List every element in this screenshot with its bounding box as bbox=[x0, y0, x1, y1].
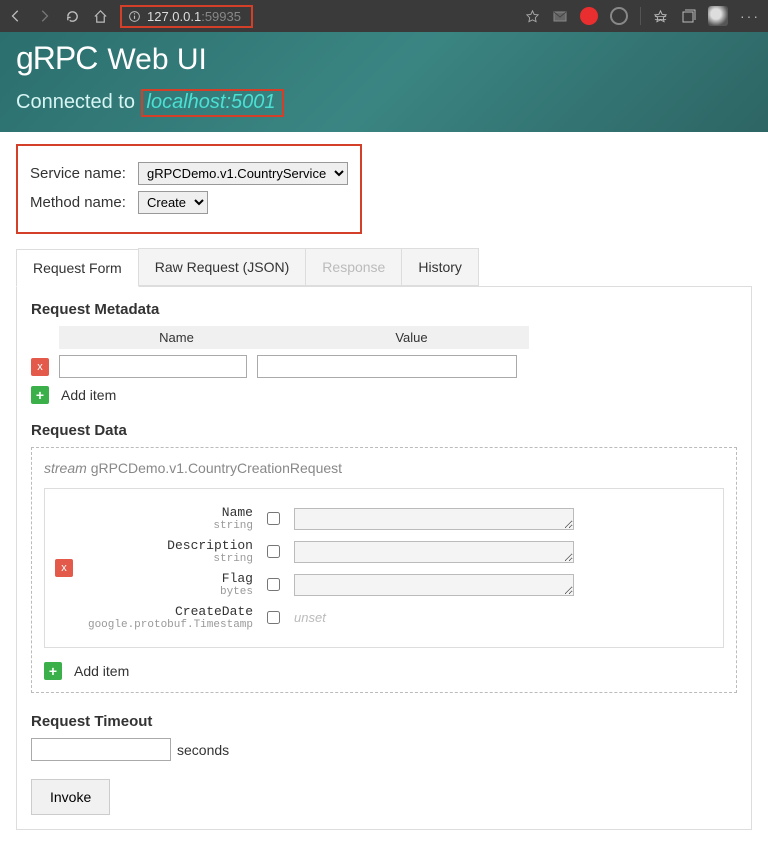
stream-add-button[interactable]: + bbox=[44, 662, 62, 680]
address-bar[interactable]: 127.0.0.1:59935 bbox=[120, 5, 253, 28]
method-name-label: Method name: bbox=[30, 194, 138, 211]
timeout-unit: seconds bbox=[177, 742, 229, 758]
collections-icon[interactable] bbox=[680, 8, 696, 24]
request-data-title: Request Data bbox=[31, 422, 737, 439]
service-name-label: Service name: bbox=[30, 165, 138, 182]
mail-icon[interactable] bbox=[552, 8, 568, 24]
more-icon[interactable]: ··· bbox=[740, 8, 760, 24]
field-flag-checkbox[interactable] bbox=[267, 578, 280, 591]
grpc-logo: gRPC bbox=[16, 40, 97, 77]
stream-item-delete-button[interactable]: x bbox=[55, 559, 73, 577]
timeout-input[interactable] bbox=[31, 738, 171, 761]
forward-icon[interactable] bbox=[36, 8, 52, 24]
metadata-col-value: Value bbox=[294, 326, 529, 349]
service-name-select[interactable]: gRPCDemo.v1.CountryService bbox=[138, 162, 348, 185]
method-name-select[interactable]: Create bbox=[138, 191, 208, 214]
field-name-checkbox[interactable] bbox=[267, 512, 280, 525]
tab-response: Response bbox=[305, 248, 402, 286]
target-icon[interactable] bbox=[610, 7, 628, 25]
browser-toolbar: 127.0.0.1:59935 ··· bbox=[0, 0, 768, 32]
request-form-panel: Request Metadata Name Value x + Add item… bbox=[16, 287, 752, 830]
divider bbox=[640, 7, 641, 25]
field-flag-input[interactable] bbox=[294, 574, 574, 596]
field-createdate-unset: unset bbox=[294, 610, 326, 625]
back-icon[interactable] bbox=[8, 8, 24, 24]
stream-container: stream gRPCDemo.v1.CountryCreationReques… bbox=[31, 447, 737, 693]
profile-avatar[interactable] bbox=[708, 6, 728, 26]
metadata-value-input[interactable] bbox=[257, 355, 517, 378]
refresh-icon[interactable] bbox=[64, 8, 80, 24]
field-flag-label: Flagbytes bbox=[83, 571, 253, 598]
connection-status: Connected to localhost:5001 bbox=[16, 91, 752, 114]
metadata-title: Request Metadata bbox=[31, 301, 737, 318]
page-title: Web UI bbox=[107, 43, 206, 77]
star-icon[interactable] bbox=[525, 9, 540, 24]
stream-add-label: Add item bbox=[74, 663, 129, 679]
home-icon[interactable] bbox=[92, 8, 108, 24]
info-icon bbox=[128, 10, 141, 23]
app-header: gRPC Web UI Connected to localhost:5001 bbox=[0, 32, 768, 132]
field-createdate-checkbox[interactable] bbox=[267, 611, 280, 624]
invoke-button[interactable]: Invoke bbox=[31, 779, 110, 815]
connected-host: localhost:5001 bbox=[141, 89, 284, 117]
tab-request-form[interactable]: Request Form bbox=[16, 249, 139, 287]
metadata-add-label: Add item bbox=[61, 387, 116, 403]
metadata-add-button[interactable]: + bbox=[31, 386, 49, 404]
field-createdate-label: CreateDategoogle.protobuf.Timestamp bbox=[83, 604, 253, 631]
metadata-delete-button[interactable]: x bbox=[31, 358, 49, 376]
favorites-icon[interactable] bbox=[653, 9, 668, 24]
metadata-name-input[interactable] bbox=[59, 355, 247, 378]
tab-bar: Request Form Raw Request (JSON) Response… bbox=[16, 248, 752, 287]
field-name-label: Namestring bbox=[83, 505, 253, 532]
service-selector-box: Service name: gRPCDemo.v1.CountryService… bbox=[16, 144, 362, 234]
tab-history[interactable]: History bbox=[401, 248, 479, 286]
field-description-input[interactable] bbox=[294, 541, 574, 563]
tab-raw-request[interactable]: Raw Request (JSON) bbox=[138, 248, 307, 286]
url-text: 127.0.0.1:59935 bbox=[147, 9, 241, 24]
field-description-checkbox[interactable] bbox=[267, 545, 280, 558]
field-name-input[interactable] bbox=[294, 508, 574, 530]
timeout-title: Request Timeout bbox=[31, 713, 737, 730]
extension-icon[interactable] bbox=[580, 7, 598, 25]
stream-type-label: stream gRPCDemo.v1.CountryCreationReques… bbox=[44, 460, 724, 476]
field-description-label: Descriptionstring bbox=[83, 538, 253, 565]
metadata-col-name: Name bbox=[59, 326, 294, 349]
